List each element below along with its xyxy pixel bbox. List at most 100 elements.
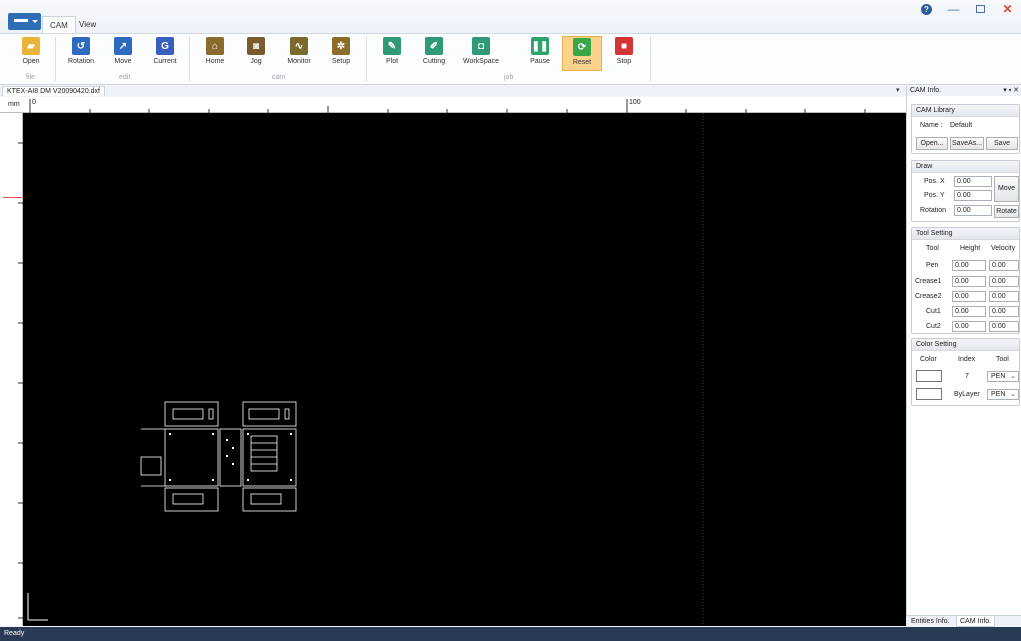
move-button-label: Move [114,58,132,65]
height-col-header: Height [960,245,981,252]
cut1-velocity-input[interactable]: 0.00 [989,306,1019,317]
window-controls: ? — ✕ [913,0,1021,18]
setup-button[interactable]: ✲ Setup [321,36,361,71]
draw-rotate-button[interactable]: Rotate [994,205,1019,218]
current-button[interactable]: G Current [145,36,185,71]
tool-name-pen: Pen [926,262,939,269]
rotation-input[interactable]: 0.00 [954,205,992,216]
color-index-7: 7 [965,373,969,380]
current-icon: G [156,37,174,55]
tool-setting-group: Tool Setting Tool Height Velocity Pen 0.… [911,227,1020,334]
tool-name-crease1: Crease1 [915,278,942,285]
workspace-button-label: WorkSpace [462,58,500,65]
cut2-velocity-input[interactable]: 0.00 [989,321,1019,332]
horizontal-ruler: mm 0 100 [0,97,906,113]
tool-name-cut2: Cut2 [926,323,941,330]
rotation-label: Rotation [920,207,947,214]
color-swatch-bylayer[interactable] [916,388,942,400]
reset-button[interactable]: ⟳ Reset [562,36,602,71]
drawing-canvas[interactable] [23,113,906,626]
color-tool-select-2[interactable]: PEN ⌄ [987,389,1019,400]
cursor-position-marker [3,197,22,198]
vertical-ruler [0,113,23,626]
draw-move-button[interactable]: Move [994,176,1019,202]
cut1-height-input[interactable]: 0.00 [952,306,986,317]
index-col-header: Index [958,356,976,363]
maximize-icon [976,5,985,13]
ribbon-separator [55,37,56,81]
pos-y-input[interactable]: 0.00 [954,190,992,201]
library-name-value: Default [950,122,973,129]
ruler-label-0: 0 [32,99,36,106]
maximize-button[interactable] [967,0,994,18]
home-button[interactable]: ⌂ Home [195,36,235,71]
help-icon: ? [921,3,932,15]
pause-icon: ❚❚ [531,37,549,55]
axis-indicator [27,593,48,621]
rotation-button[interactable]: ↺ Rotation [61,36,101,71]
title-bar: CAM View ? — ✕ [0,0,1021,34]
ribbon-separator [366,37,367,81]
setup-button-label: Setup [331,58,351,65]
tool-name-crease2: Crease2 [915,293,942,300]
pen-height-input[interactable]: 0.00 [952,260,986,271]
panel-title-bar: CAM Info. ▾ ▪ ✕ [907,86,1021,96]
color-setting-group: Color Setting Color Index Tool 7 PEN ⌄ By… [911,338,1020,406]
library-save-button[interactable]: Save [986,137,1018,150]
pos-x-input[interactable]: 0.00 [954,176,992,187]
pen-icon: ✎ [383,37,401,55]
draw-group: Draw Pos. X 0.00 Pos. Y 0.00 Rotation 0.… [911,160,1020,222]
home-button-label: Home [205,58,225,65]
pos-y-label: Pos. Y [924,192,945,199]
color-swatch-7[interactable] [916,370,942,382]
help-button[interactable]: ? [913,0,940,18]
monitor-button[interactable]: ∿ Monitor [279,36,319,71]
pos-x-label: Pos. X [924,178,945,185]
tab-cam[interactable]: CAM [42,16,76,34]
jog-button[interactable]: ◙ Jog [236,36,276,71]
move-button[interactable]: ↗ Move [103,36,143,71]
tool-col-header: Tool [926,245,939,252]
plot-button[interactable]: ✎ Plot [372,36,412,71]
ribbon-toolbar: ▰ Open ↺ Rotation ↗ Move G Current ⌂ Home ◙ Jo… [0,33,1021,85]
group-label-edit: edit [119,74,131,81]
minimize-icon: — [947,2,960,16]
app-menu-icon [14,19,28,22]
workspace-button[interactable]: ◘ WorkSpace [461,36,501,71]
panel-controls[interactable]: ▾ ▪ ✕ [1003,86,1019,96]
document-tab[interactable]: KTEX-AI8 DM V20090420.dxf [2,86,105,96]
color-tool-value-2: PEN [991,391,1006,398]
tab-cam-info[interactable]: CAM Info. [956,616,996,627]
home-icon: ⌂ [206,37,224,55]
tab-entities-info[interactable]: Entities Info. [908,616,953,627]
stop-icon: ■ [615,37,633,55]
cam-info-panel: CAM Info. ▾ ▪ ✕ CAM Library Name : Defau… [906,86,1021,626]
application-menu-button[interactable] [8,13,41,30]
open-button[interactable]: ▰ Open [11,36,51,71]
crease2-velocity-input[interactable]: 0.00 [989,291,1019,302]
cut2-height-input[interactable]: 0.00 [952,321,986,332]
cam-library-group: CAM Library Name : Default Open... SaveA… [911,104,1020,154]
cutting-button[interactable]: ✐ Cutting [414,36,454,71]
pen-velocity-input[interactable]: 0.00 [989,260,1019,271]
draw-header: Draw [912,161,1019,173]
chart-icon: ∿ [290,37,308,55]
target-icon: ◘ [472,37,490,55]
minimize-button[interactable]: — [940,0,967,18]
color-tool-select-1[interactable]: PEN ⌄ [987,371,1019,382]
ribbon-separator [650,37,651,81]
stop-button[interactable]: ■ Stop [604,36,644,71]
library-open-button[interactable]: Open... [916,137,948,150]
cutting-icon: ✐ [425,37,443,55]
panel-title: CAM Info. [910,87,942,94]
close-button[interactable]: ✕ [994,0,1021,18]
library-saveas-button[interactable]: SaveAs... [950,137,984,150]
crease2-height-input[interactable]: 0.00 [952,291,986,302]
crease1-velocity-input[interactable]: 0.00 [989,276,1019,287]
pause-button[interactable]: ❚❚ Pause [520,36,560,71]
crease1-height-input[interactable]: 0.00 [952,276,986,287]
vertical-ruler-ticks [18,142,23,619]
plot-button-label: Plot [385,58,399,65]
doc-list-dropdown-icon[interactable]: ▾ [896,86,900,96]
tab-view[interactable]: View [72,16,103,34]
